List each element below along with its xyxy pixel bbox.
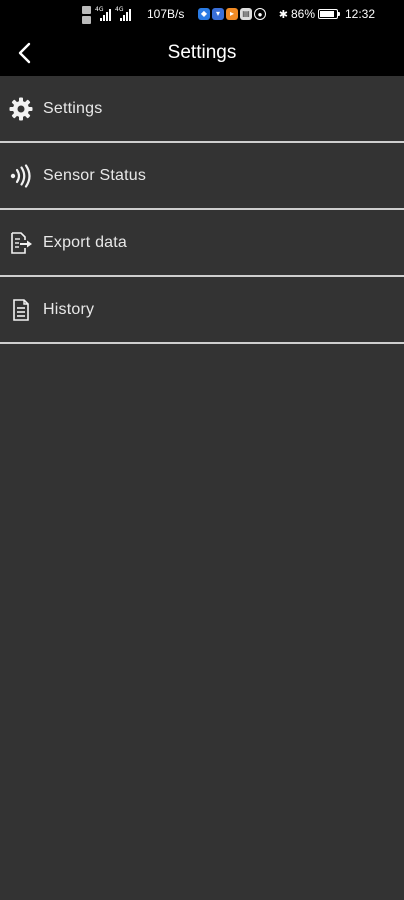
page-title: Settings (167, 42, 237, 63)
clock: 12:32 (344, 7, 375, 21)
menu-item-export-data[interactable]: Export data (0, 210, 404, 277)
menu-item-label: History (43, 300, 95, 318)
app-header: Settings (0, 30, 404, 76)
bluetooth-icon: ✱ (278, 8, 288, 21)
signal-strength-icon-2: 4G (115, 6, 131, 21)
menu-item-label: Sensor Status (43, 166, 147, 184)
signal-strength-icon: 4G (95, 6, 111, 21)
menu-item-label: Export data (43, 233, 128, 251)
notification-app-icon: ◆ (198, 8, 210, 20)
sensor-wave-icon (8, 163, 34, 189)
sim-card-icon (82, 6, 91, 24)
settings-menu: Settings Sensor Status Export data Histo… (0, 76, 404, 344)
menu-item-history[interactable]: History (0, 277, 404, 344)
signal-indicators: 4G 4G (82, 6, 131, 24)
notification-app-icon: ▸ (226, 8, 238, 20)
battery-icon (318, 9, 340, 19)
export-icon (8, 230, 34, 256)
network-speed: 107B/s (147, 7, 185, 21)
notification-app-icon: ▾ (212, 8, 224, 20)
battery-percent: 86% (290, 7, 315, 21)
gear-icon (8, 96, 34, 122)
menu-item-settings[interactable]: Settings (0, 76, 404, 143)
notification-app-icon: ▤ (240, 8, 252, 20)
menu-item-sensor-status[interactable]: Sensor Status (0, 143, 404, 210)
notification-app-icon: ● (254, 8, 266, 20)
battery-fill (320, 11, 334, 17)
status-bar: 4G 4G 107B/s ◆ ▾ ▸ ▤ ● ✱ 86% 12:32 (0, 0, 404, 30)
status-right: ✱ 86% (278, 7, 340, 21)
menu-item-label: Settings (43, 99, 103, 117)
document-icon (8, 297, 34, 323)
notification-icons: ◆ ▾ ▸ ▤ ● (198, 8, 266, 20)
